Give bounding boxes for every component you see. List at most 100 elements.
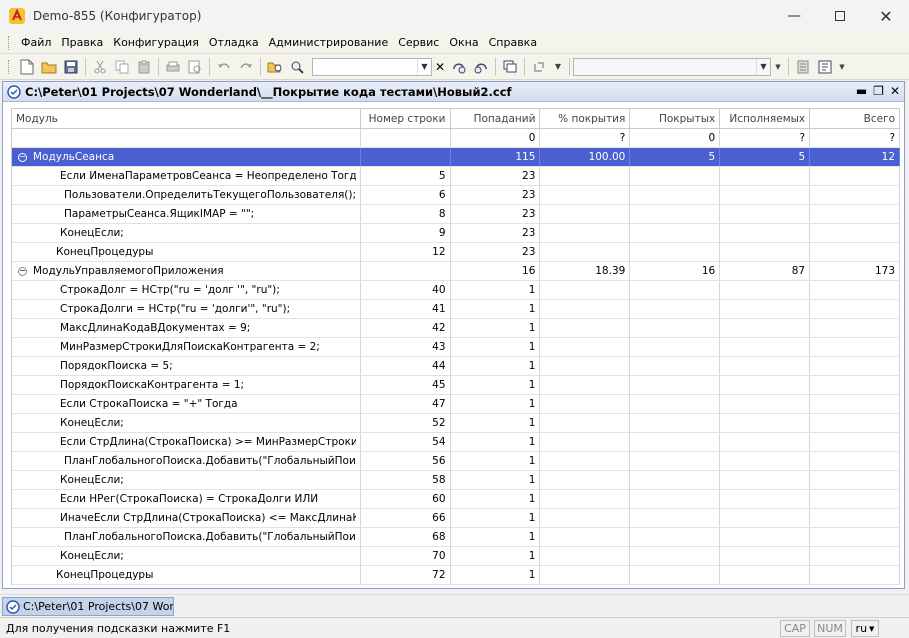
close-button[interactable]: ✕ xyxy=(863,0,909,32)
table-row[interactable]: ПланГлобальногоПоиска.Добавить("Глобальн… xyxy=(12,452,900,471)
search-button[interactable] xyxy=(286,56,308,78)
menu-grip[interactable] xyxy=(8,35,11,50)
maximize-icon xyxy=(835,11,845,21)
new-button[interactable] xyxy=(16,56,38,78)
table-row[interactable]: ПараметрыСеанса.ЯщикIMAP = ""; 8 23 xyxy=(12,205,900,224)
table-row[interactable]: КонецЕсли; 58 1 xyxy=(12,471,900,490)
line-number-cell: 9 xyxy=(361,224,451,242)
hits-cell: 1 xyxy=(451,300,541,318)
maximize-button[interactable] xyxy=(817,0,863,32)
table-row[interactable]: Пользователи.ОпределитьТекущегоПользоват… xyxy=(12,186,900,205)
module-cell: СтрокаДолг = НСтр("ru = 'долг '", "ru"); xyxy=(12,281,361,299)
hits-cell: 16 xyxy=(451,262,541,280)
table-row[interactable]: КонецПроцедуры 12 23 xyxy=(12,243,900,262)
menu-configuration[interactable]: Конфигурация xyxy=(108,36,204,49)
chevron-down-icon[interactable]: ▼ xyxy=(756,58,770,75)
undo-button[interactable] xyxy=(213,56,235,78)
menu-debug[interactable]: Отладка xyxy=(204,36,264,49)
column-header-executable[interactable]: Исполняемых xyxy=(720,109,811,128)
paste-button[interactable] xyxy=(133,56,155,78)
clear-search-button[interactable]: ✕ xyxy=(432,56,448,78)
table-row[interactable]: СтрокаДолги = НСтр("ru = 'долги'", "ru")… xyxy=(12,300,900,319)
collapse-toggle-icon[interactable]: − xyxy=(18,152,27,162)
properties-button[interactable] xyxy=(792,56,814,78)
minimize-button[interactable]: — xyxy=(771,0,817,32)
column-header-covered[interactable]: Покрытых xyxy=(630,109,721,128)
total-cell xyxy=(810,167,900,185)
table-row[interactable]: ПорядокПоискаКонтрагента = 1; 45 1 xyxy=(12,376,900,395)
column-header-line-number[interactable]: Номер строки xyxy=(361,109,451,128)
line-number-cell: 60 xyxy=(361,490,451,508)
table-row[interactable]: Если ИменаПараметровСеанса = Неопределен… xyxy=(12,167,900,186)
action-button[interactable]: ▼ xyxy=(550,56,566,78)
table-row[interactable]: ИначеЕсли СтрДлина(СтрокаПоиска) <= Макс… xyxy=(12,509,900,528)
menu-edit[interactable]: Правка xyxy=(56,36,108,49)
menu-service[interactable]: Сервис xyxy=(393,36,444,49)
table-row[interactable]: КонецПроцедуры 72 1 xyxy=(12,566,900,585)
column-header-hits[interactable]: Попаданий xyxy=(451,109,541,128)
clear-icon: ✕ xyxy=(434,59,446,74)
line-number-cell: 43 xyxy=(361,338,451,356)
window-list-button[interactable] xyxy=(499,56,521,78)
covered-cell xyxy=(630,547,721,565)
menu-windows[interactable]: Окна xyxy=(444,36,483,49)
toolbar-grip[interactable] xyxy=(8,59,11,74)
copy-button[interactable] xyxy=(111,56,133,78)
print-preview-button[interactable] xyxy=(184,56,206,78)
total-cell xyxy=(810,528,900,546)
column-header-coverage-percent[interactable]: % покрытия xyxy=(540,109,631,128)
column-header-module[interactable]: Модуль xyxy=(12,109,361,128)
sync-button[interactable] xyxy=(528,56,550,78)
print-button[interactable] xyxy=(162,56,184,78)
config-combo-dropdown[interactable]: ▼ xyxy=(771,56,785,78)
totals-cell: 0 xyxy=(451,129,541,147)
covered-cell xyxy=(630,357,721,375)
save-button[interactable] xyxy=(60,56,82,78)
config-combo[interactable]: ▼ xyxy=(573,57,771,76)
table-row[interactable]: КонецЕсли; 9 23 xyxy=(12,224,900,243)
app-logo-icon xyxy=(9,8,25,24)
totals-row[interactable]: 0 ? 0 ? ? xyxy=(12,129,901,148)
window-tab[interactable]: C:\Peter\01 Projects\07 Won... xyxy=(2,597,174,616)
executable-cell xyxy=(720,509,811,527)
table-row[interactable]: ПорядокПоиска = 5; 44 1 xyxy=(12,357,900,376)
redo-button[interactable] xyxy=(235,56,257,78)
table-row[interactable]: МинРазмерСтрокиДляПоискаКонтрагента = 2;… xyxy=(12,338,900,357)
hits-cell: 115 xyxy=(451,148,541,166)
total-cell: 12 xyxy=(810,148,901,166)
collapse-toggle-icon[interactable]: − xyxy=(18,266,27,276)
open-button[interactable] xyxy=(38,56,60,78)
more-toolbar-button[interactable]: ▼ xyxy=(836,56,848,78)
chevron-down-icon[interactable]: ▼ xyxy=(417,58,431,75)
coverage-percent-cell xyxy=(540,281,631,299)
doc-restore-icon[interactable]: ❐ xyxy=(873,84,884,98)
module-cell-text: ПараметрыСеанса.ЯщикIMAP = ""; xyxy=(64,208,255,220)
module-row[interactable]: − МодульУправляемогоПриложения 16 18.39 16 87… xyxy=(12,262,901,281)
doc-minimize-icon[interactable]: ▬ xyxy=(856,84,867,98)
find-in-folder-button[interactable] xyxy=(264,56,286,78)
table-row[interactable]: Если СтрокаПоиска = "+" Тогда 47 1 xyxy=(12,395,900,414)
table-row[interactable]: Если НРег(СтрокаПоиска) = СтрокаДолги ИЛ… xyxy=(12,490,900,509)
total-cell xyxy=(810,376,900,394)
table-row[interactable]: КонецЕсли; 52 1 xyxy=(12,414,900,433)
find-next-button[interactable] xyxy=(448,56,470,78)
doc-close-icon[interactable]: ✕ xyxy=(890,84,900,98)
structure-button[interactable] xyxy=(814,56,836,78)
language-selector[interactable]: ru ▼ xyxy=(851,620,879,637)
menu-administration[interactable]: Администрирование xyxy=(264,36,394,49)
table-row[interactable]: ПланГлобальногоПоиска.Добавить("Глобальн… xyxy=(12,528,900,547)
module-row[interactable]: − МодульСеанса 115 100.00 5 5 12 xyxy=(12,148,901,167)
table-row[interactable]: КонецЕсли; 70 1 xyxy=(12,547,900,566)
coverage-percent-cell xyxy=(540,566,631,584)
table-row[interactable]: Если СтрДлина(СтрокаПоиска) >= МинРазмер… xyxy=(12,433,900,452)
find-previous-button[interactable] xyxy=(470,56,492,78)
table-row[interactable]: СтрокаДолг = НСтр("ru = 'долг '", "ru");… xyxy=(12,281,900,300)
search-combo[interactable]: ▼ xyxy=(312,57,432,76)
table-row[interactable]: МаксДлинаКодаВДокументах = 9; 42 1 xyxy=(12,319,900,338)
column-header-total[interactable]: Всего xyxy=(810,109,901,128)
cut-button[interactable] xyxy=(89,56,111,78)
menu-help[interactable]: Справка xyxy=(484,36,542,49)
module-cell-text: КонецЕсли; xyxy=(60,550,124,562)
menu-file[interactable]: Файл xyxy=(16,36,56,49)
covered-cell xyxy=(630,186,721,204)
